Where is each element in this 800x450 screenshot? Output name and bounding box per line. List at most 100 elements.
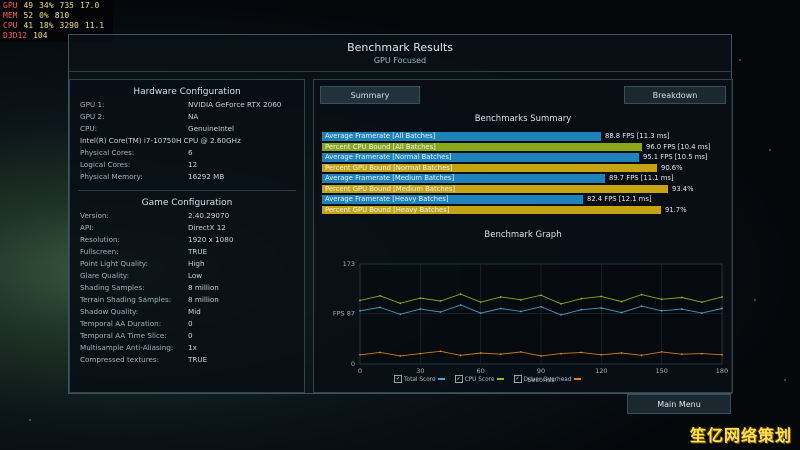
game-row: Terrain Shading Samples: 8 million (70, 295, 304, 307)
series-point-0 (519, 310, 522, 313)
series-point-2 (640, 354, 643, 357)
x-tick-label: 150 (655, 367, 667, 375)
series-point-2 (721, 353, 723, 356)
overlay-b: 18% (39, 21, 54, 30)
overlay-row: MEM 52 0% 810 (3, 11, 110, 21)
legend-swatch (437, 378, 445, 380)
hardware-value: NVIDIA GeForce RTX 2060 (188, 100, 282, 109)
window-subtitle: GPU Focused (373, 56, 427, 65)
configuration-panel: Hardware Configuration GPU 1: NVIDIA GeFo… (69, 79, 305, 393)
game-key: Temporal AA Time Slice: (80, 331, 167, 340)
summary-bar-label: Average Framerate [Medium Batches] (325, 174, 455, 182)
series-point-0 (660, 309, 663, 312)
legend-item[interactable]: ✓ Total Score (394, 375, 445, 383)
hardware-key: Physical Memory: (80, 172, 143, 181)
overlay-row: CPU 41 18% 3290 11.1 (3, 21, 110, 31)
game-key: Temporal AA Duration: (80, 319, 162, 328)
game-value: 0 (188, 331, 193, 340)
benchmark-window: Benchmark Results GPU Focused Hardware C… (68, 34, 733, 394)
summary-bar-row: Average Framerate [Heavy Batches] 82.4 FP… (322, 194, 726, 205)
series-point-0 (580, 308, 583, 311)
series-point-0 (700, 312, 703, 315)
hardware-list: GPU 1: NVIDIA GeForce RTX 2060 GPU 2: NA CPU… (70, 100, 304, 184)
legend-item[interactable]: ✓ Driver Overhead (513, 375, 581, 383)
hardware-section-title: Hardware Configuration (133, 87, 241, 97)
game-value: 8 million (188, 283, 219, 292)
hardware-key: GPU 1: (80, 100, 105, 109)
legend-item[interactable]: ✓ CPU Score (454, 375, 504, 383)
game-row: Temporal AA Duration: 0 (70, 319, 304, 331)
series-point-2 (540, 355, 542, 357)
game-value: 2.40.29070 (188, 211, 230, 220)
overlay-c: 3290 (59, 21, 79, 30)
game-row: Fullscreen: TRUE (70, 247, 304, 259)
series-point-1 (560, 302, 563, 305)
hardware-row: Logical Cores: 12 (70, 160, 304, 172)
main-menu-button[interactable]: Main Menu (627, 394, 731, 414)
series-point-0 (459, 304, 462, 306)
summary-bar-row: Percent GPU Bound [Medium Batches] 93.4% (322, 184, 726, 195)
x-tick-label: 90 (537, 367, 545, 375)
tab-summary[interactable]: Summary (320, 86, 420, 104)
checkbox-icon[interactable]: ✓ (394, 375, 402, 383)
window-title: Benchmark Results (347, 41, 453, 54)
legend-label: CPU Score (464, 376, 495, 383)
hardware-value: GenuineIntel (188, 124, 234, 133)
game-key: Multisample Anti-Aliasing: (80, 343, 174, 352)
series-point-1 (479, 301, 482, 304)
game-key: Shading Samples: (80, 283, 145, 292)
series-point-0 (600, 307, 603, 309)
game-key: Glare Quality: (80, 271, 130, 280)
series-point-1 (499, 296, 502, 298)
overlay-label: D3D12 (3, 31, 28, 40)
hardware-key: CPU: (80, 124, 98, 133)
summary-bar-row: Average Framerate [All Batches] 88.8 FPS … (322, 131, 726, 142)
series-point-0 (620, 311, 623, 314)
series-point-0 (399, 313, 402, 316)
hardware-key: GPU 2: (80, 112, 105, 121)
game-key: Resolution: (80, 235, 120, 244)
game-value: 1x (188, 343, 197, 352)
series-point-2 (660, 350, 663, 353)
series-point-2 (499, 353, 502, 356)
series-point-1 (721, 296, 723, 298)
summary-bar-label: Average Framerate [Normal Batches] (325, 153, 452, 161)
x-tick-label: 60 (477, 367, 485, 375)
game-value: 0 (188, 319, 193, 328)
series-point-2 (680, 353, 683, 356)
checkbox-icon[interactable]: ✓ (454, 375, 463, 383)
series-point-2 (419, 352, 422, 355)
series-point-1 (580, 297, 583, 300)
game-key: Terrain Shading Samples: (80, 295, 172, 304)
summary-bar-value: 95.1 FPS [10.5 ms] (643, 153, 708, 161)
legend-swatch (496, 378, 504, 380)
overlay-a: 104 (33, 31, 48, 40)
series-point-0 (540, 305, 542, 308)
series-point-0 (479, 312, 482, 315)
summary-bar-value: 90.6% (661, 163, 683, 172)
game-value: Mid (188, 307, 201, 316)
series-point-1 (419, 297, 422, 300)
x-tick-label: 120 (595, 367, 607, 375)
hardware-key: Logical Cores: (80, 160, 131, 169)
game-row: Multisample Anti-Aliasing: 1x (70, 343, 304, 355)
series-point-0 (439, 311, 442, 313)
y-tick-label: FPS 87 (333, 310, 355, 318)
checkbox-icon[interactable]: ✓ (513, 375, 522, 383)
graph-legend: ✓ Total Score ✓ CPU Score ✓ Driver Overhead (394, 375, 591, 383)
hardware-row: Intel(R) Core(TM) i7-10750H CPU @ 2.60GH… (70, 136, 304, 148)
results-panel: Summary Breakdown Benchmarks Summary Ave… (313, 79, 733, 393)
overlay-d: 17.0 (80, 1, 100, 10)
game-row: Version: 2.40.29070 (70, 211, 304, 223)
series-point-2 (700, 352, 703, 355)
y-tick-label: 173 (343, 260, 355, 268)
summary-bar-row: Average Framerate [Normal Batches] 95.1 F… (322, 152, 726, 163)
hardware-row: GPU 1: NVIDIA GeForce RTX 2060 (70, 100, 304, 112)
x-tick-label: 180 (716, 367, 728, 375)
game-key: Point Light Quality: (80, 259, 148, 268)
legend-swatch (573, 378, 581, 380)
hardware-value: 6 (188, 148, 193, 157)
tab-breakdown[interactable]: Breakdown (624, 86, 726, 104)
overlay-b: 34% (39, 1, 54, 10)
series-point-2 (580, 351, 583, 354)
